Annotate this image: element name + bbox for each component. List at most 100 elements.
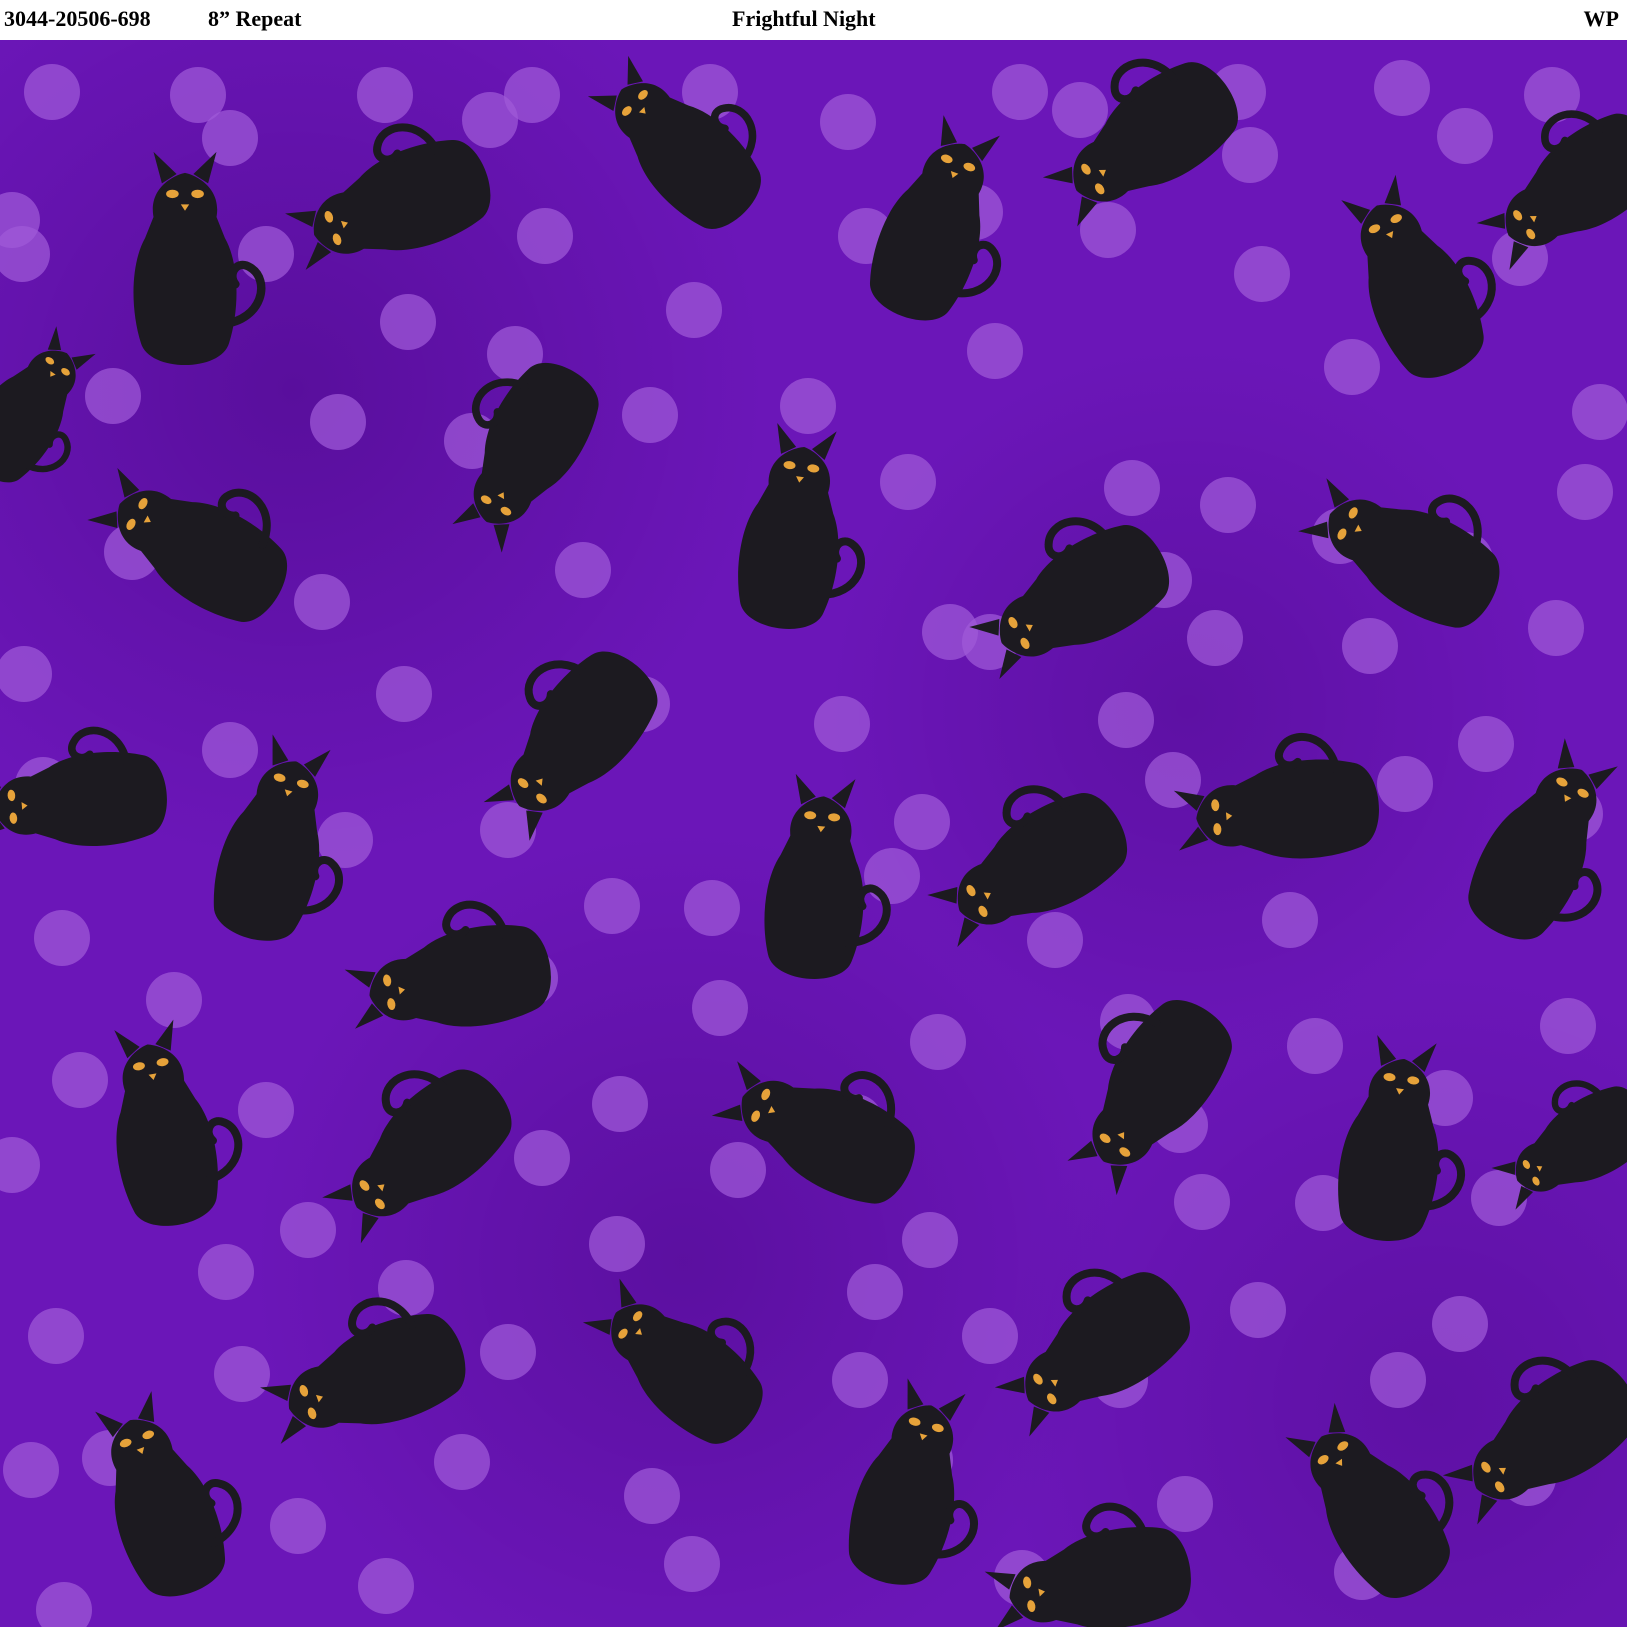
black-cat-motif [0, 725, 171, 857]
black-cat-motif [1270, 1378, 1486, 1614]
black-cat-motif [337, 892, 558, 1047]
polka-dot [880, 454, 936, 510]
black-cat-motif [856, 109, 1040, 341]
polka-dot [462, 92, 518, 148]
fabric-pattern [0, 40, 1627, 1627]
polka-dot [1432, 1296, 1488, 1352]
polka-dot [52, 1052, 108, 1108]
polka-dot [664, 1536, 720, 1592]
black-cat-motif [1018, 40, 1254, 242]
black-cat-motif [575, 40, 793, 245]
polka-dot [847, 1264, 903, 1320]
polka-dot [280, 1202, 336, 1258]
polka-dot [1557, 464, 1613, 520]
polka-dot [584, 878, 640, 934]
polka-dot [480, 802, 536, 858]
swatch-header: 3044-20506-698 8” Repeat Frightful Night… [0, 0, 1627, 40]
polka-dot [967, 323, 1023, 379]
polka-dot [622, 387, 678, 443]
polka-dot [1528, 600, 1584, 656]
fabric-swatch-sheet: 3044-20506-698 8” Repeat Frightful Night… [0, 0, 1627, 1627]
polka-dot [962, 1308, 1018, 1364]
polka-dot [1027, 912, 1083, 968]
polka-dot [589, 1216, 645, 1272]
repeat-label: 8” Repeat [208, 6, 302, 31]
pattern-canvas [0, 40, 1627, 1627]
polka-dot [24, 64, 80, 120]
black-cat-motif [246, 1278, 478, 1462]
polka-dot [1342, 618, 1398, 674]
polka-dot [310, 394, 366, 450]
polka-dot [146, 972, 202, 1028]
polka-dot [1234, 246, 1290, 302]
polka-dot [0, 226, 50, 282]
polka-dot [1370, 1352, 1426, 1408]
polka-dot [202, 722, 258, 778]
polka-dot [1572, 384, 1627, 440]
polka-dot [238, 1082, 294, 1138]
polka-dot [666, 282, 722, 338]
brand-mark: WP [1583, 6, 1619, 31]
polka-dot [832, 1352, 888, 1408]
polka-dot [1187, 610, 1243, 666]
polka-dot [780, 378, 836, 434]
polka-dot [0, 646, 52, 702]
polka-dot [710, 1142, 766, 1198]
polka-dot [1377, 756, 1433, 812]
polka-dot [910, 1014, 966, 1070]
polka-dot [202, 110, 258, 166]
polka-dot [1104, 460, 1160, 516]
polka-dot [1230, 1282, 1286, 1338]
polka-dot [380, 294, 436, 350]
polka-dot [28, 1308, 84, 1364]
polka-dot [198, 1244, 254, 1300]
black-cat-motif [77, 1377, 261, 1609]
polka-dot [378, 1260, 434, 1316]
black-cat-motif [1330, 1032, 1479, 1250]
polka-dot [555, 542, 611, 598]
polka-dot [894, 794, 950, 850]
sku-label: 3044-20506-698 [4, 6, 151, 31]
polka-dot [1287, 1018, 1343, 1074]
polka-dot [358, 1558, 414, 1614]
polka-dot [1262, 892, 1318, 948]
polka-dot [514, 1130, 570, 1186]
polka-dot [692, 980, 748, 1036]
polka-dot [820, 94, 876, 150]
polka-dot [624, 1468, 680, 1524]
black-cat-motif [95, 1012, 250, 1233]
polka-dot [376, 666, 432, 722]
collection-title: Frightful Night [732, 6, 876, 31]
polka-dot [1200, 477, 1256, 533]
polka-dot [85, 368, 141, 424]
polka-dot [864, 848, 920, 904]
polka-dot [1437, 108, 1493, 164]
polka-dot [480, 1324, 536, 1380]
polka-dot [1374, 60, 1430, 116]
polka-dot [34, 910, 90, 966]
polka-dot [684, 880, 740, 936]
polka-dot [1458, 716, 1514, 772]
black-cat-motif [1170, 731, 1383, 870]
polka-dot [992, 64, 1048, 120]
polka-dot [36, 1582, 92, 1627]
polka-dot [238, 226, 294, 282]
polka-dot [3, 1442, 59, 1498]
polka-dot [214, 1346, 270, 1402]
polka-dot [1098, 692, 1154, 748]
polka-dot [517, 208, 573, 264]
polka-dot [357, 67, 413, 123]
polka-dot [592, 1076, 648, 1132]
polka-dot [814, 696, 870, 752]
polka-dot [1157, 1476, 1213, 1532]
polka-dot [902, 1212, 958, 1268]
black-cat-motif [906, 757, 1143, 964]
polka-dot [1174, 1174, 1230, 1230]
polka-dot [1324, 339, 1380, 395]
polka-dot [1540, 998, 1596, 1054]
black-cat-motif [730, 420, 879, 638]
polka-dot [1052, 82, 1108, 138]
polka-dot [270, 1498, 326, 1554]
polka-dot [0, 1137, 40, 1193]
polka-dot [434, 1434, 490, 1490]
